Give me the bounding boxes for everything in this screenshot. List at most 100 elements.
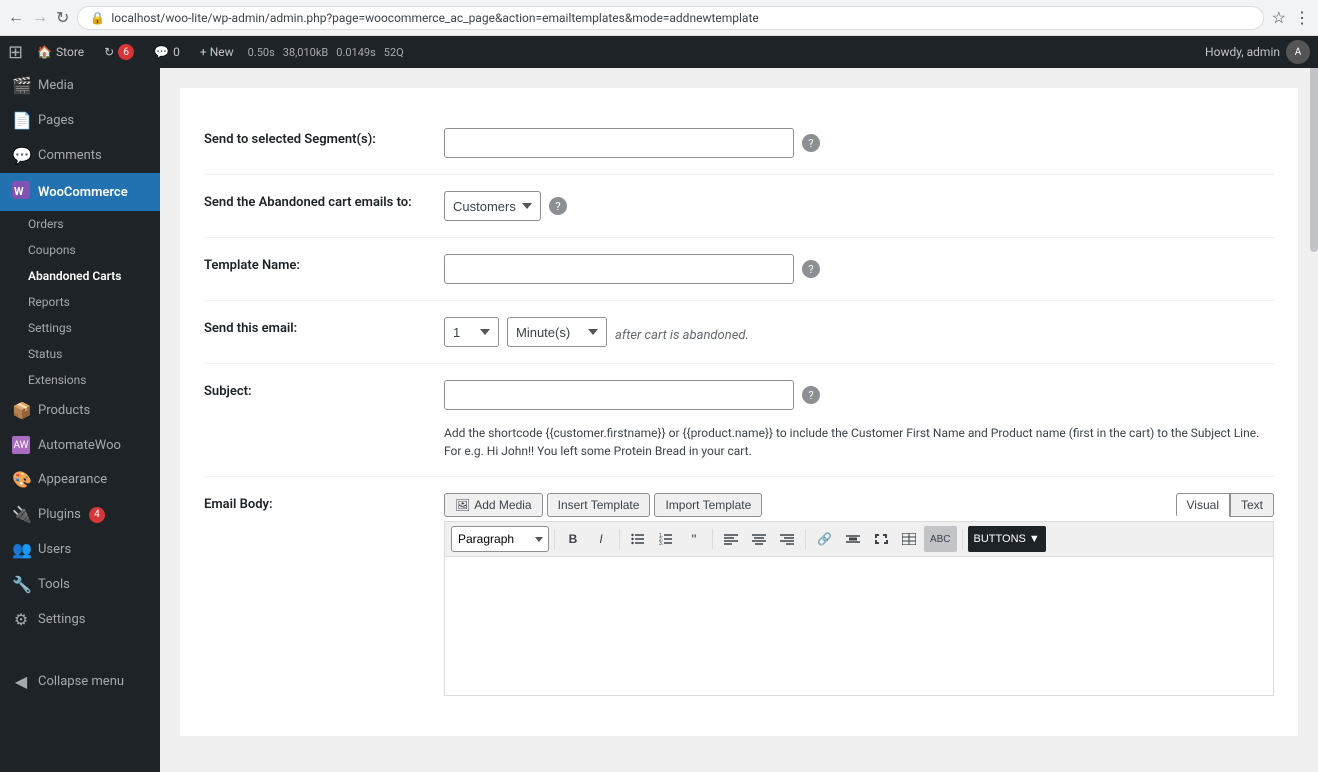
scrollbar[interactable] <box>1310 32 1318 709</box>
add-media-button[interactable]: 🖼 Add Media <box>444 493 543 517</box>
visual-tab[interactable]: Visual <box>1176 493 1230 517</box>
sidebar-item-tools[interactable]: 🔧 Tools <box>0 567 160 602</box>
template-help-icon[interactable]: ? <box>802 260 820 278</box>
segment-help-icon[interactable]: ? <box>802 134 820 152</box>
users-label: Users <box>38 542 71 557</box>
woo-icon: W <box>12 181 30 203</box>
hr-button[interactable] <box>840 526 866 552</box>
settings-label: Settings <box>38 612 85 627</box>
send-email-row: Send this email: 12510153060 Minute(s)Ho… <box>204 301 1274 364</box>
editor-content[interactable] <box>444 556 1274 696</box>
sidebar-sub-status[interactable]: Status <box>0 341 160 367</box>
insert-template-label: Insert Template <box>558 498 640 512</box>
subject-row: Subject: ? Add the shortcode {{customer.… <box>204 364 1274 477</box>
sidebar-collapse[interactable]: ◀ Collapse menu <box>0 664 160 699</box>
sidebar-item-comments[interactable]: 💬 Comments <box>0 138 160 173</box>
buttons-btn[interactable]: BUTTONS ▼ <box>968 526 1046 552</box>
subject-controls: ? Add the shortcode {{customer.firstname… <box>444 380 1274 460</box>
import-template-button[interactable]: Import Template <box>654 493 762 517</box>
svg-text:W: W <box>14 185 24 198</box>
bookmark-icon[interactable]: ☆ <box>1272 8 1286 27</box>
paragraph-select[interactable]: Paragraph Heading 1 Heading 2 Heading 3 … <box>451 526 549 552</box>
time-value-select[interactable]: 12510153060 <box>444 317 499 347</box>
italic-button[interactable]: I <box>588 526 614 552</box>
buttons-dropdown-icon: ▼ <box>1029 533 1040 545</box>
wp-logo[interactable]: ⊞ <box>8 42 23 63</box>
sidebar-item-users[interactable]: 👥 Users <box>0 532 160 567</box>
forward-button[interactable]: → <box>32 9 48 27</box>
align-center-button[interactable] <box>746 526 772 552</box>
media-upload-icon: 🖼 <box>455 498 470 512</box>
align-left-button[interactable] <box>718 526 744 552</box>
updates-link[interactable]: ↻ 6 <box>98 40 140 64</box>
email-body-action-buttons: 🖼 Add Media Insert Template Import Templ… <box>444 493 762 517</box>
sidebar-sub-settings[interactable]: Settings <box>0 315 160 341</box>
sidebar-sub-abandoned-carts[interactable]: Abandoned Carts <box>0 263 160 289</box>
back-button[interactable]: ← <box>8 9 24 27</box>
subject-input[interactable] <box>444 380 794 410</box>
abandoned-help-icon[interactable]: ? <box>549 197 567 215</box>
sidebar-item-media[interactable]: 🎬 Media <box>0 68 160 103</box>
send-abandoned-row: Send the Abandoned cart emails to: Custo… <box>204 175 1274 238</box>
link-button[interactable]: 🔗 <box>811 526 838 552</box>
sidebar-sub-coupons[interactable]: Coupons <box>0 237 160 263</box>
reports-label: Reports <box>28 295 70 309</box>
sidebar-item-plugins[interactable]: 🔌 Plugins 4 <box>0 497 160 532</box>
send-to-segment-input[interactable] <box>444 128 794 158</box>
send-abandoned-controls: Customers All users Guests ? <box>444 191 1274 221</box>
tools-icon: 🔧 <box>12 575 30 594</box>
comments-sidebar-icon: 💬 <box>12 146 30 165</box>
howdy-user[interactable]: Howdy, admin A <box>1205 40 1310 64</box>
comments-sidebar-label: Comments <box>38 148 102 163</box>
separator-1 <box>554 529 555 549</box>
send-to-segment-controls: ? <box>444 128 1274 158</box>
comments-link[interactable]: 💬 0 <box>148 41 186 63</box>
comments-count: 0 <box>173 45 180 59</box>
spellcheck-button[interactable]: ABC <box>924 526 957 552</box>
text-tab[interactable]: Text <box>1230 493 1274 517</box>
address-bar[interactable]: 🔒 localhost/woo-lite/wp-admin/admin.php?… <box>77 6 1263 30</box>
sidebar-item-appearance[interactable]: 🎨 Appearance <box>0 462 160 497</box>
reload-button[interactable]: ↻ <box>56 8 69 28</box>
settings-woo-label: Settings <box>28 321 72 335</box>
lock-icon: 🔒 <box>90 11 105 25</box>
sidebar-item-products[interactable]: 📦 Products <box>0 393 160 428</box>
new-content-link[interactable]: + New <box>194 41 240 63</box>
email-body-header: 🖼 Add Media Insert Template Import Templ… <box>444 493 1274 517</box>
separator-4 <box>805 529 806 549</box>
bold-button[interactable]: B <box>560 526 586 552</box>
unordered-list-button[interactable] <box>625 526 651 552</box>
store-link[interactable]: 🏠 Store <box>31 41 90 63</box>
menu-icon[interactable]: ⋮ <box>1294 8 1310 27</box>
fullscreen-button[interactable] <box>868 526 894 552</box>
coupons-label: Coupons <box>28 243 76 257</box>
subject-help-icon[interactable]: ? <box>802 386 820 404</box>
time-unit-select[interactable]: Minute(s)Hour(s)Day(s) <box>507 317 607 347</box>
sidebar-item-settings[interactable]: ⚙ Settings <box>0 602 160 637</box>
sidebar-sub-extensions[interactable]: Extensions <box>0 367 160 393</box>
sidebar-item-pages[interactable]: 📄 Pages <box>0 103 160 138</box>
send-to-segment-label: Send to selected Segment(s): <box>204 128 424 147</box>
plugins-icon: 🔌 <box>12 505 30 524</box>
user-avatar: A <box>1286 40 1310 64</box>
template-name-input[interactable] <box>444 254 794 284</box>
send-email-controls: 12510153060 Minute(s)Hour(s)Day(s) after… <box>444 317 1274 347</box>
ordered-list-button[interactable]: 1.2.3. <box>653 526 679 552</box>
align-right-button[interactable] <box>774 526 800 552</box>
table-button[interactable] <box>896 526 922 552</box>
updates-count: 6 <box>118 44 134 60</box>
collapse-icon: ◀ <box>12 672 30 691</box>
editor-toolbar: Paragraph Heading 1 Heading 2 Heading 3 … <box>444 521 1274 556</box>
sidebar-item-woocommerce[interactable]: W WooCommerce <box>0 173 160 211</box>
sidebar-item-automatewoo[interactable]: AW AutomateWoo <box>0 428 160 462</box>
perf-2: 38,010kB <box>283 46 329 59</box>
sidebar-sub-reports[interactable]: Reports <box>0 289 160 315</box>
send-abandoned-label: Send the Abandoned cart emails to: <box>204 191 424 210</box>
scrollbar-thumb[interactable] <box>1310 52 1318 252</box>
separator-5 <box>962 529 963 549</box>
customers-select[interactable]: Customers All users Guests <box>444 191 541 221</box>
blockquote-button[interactable]: " <box>681 526 707 552</box>
insert-template-button[interactable]: Insert Template <box>547 493 651 517</box>
email-body-controls-wrap: 🖼 Add Media Insert Template Import Templ… <box>444 493 1274 696</box>
sidebar-sub-orders[interactable]: Orders <box>0 211 160 237</box>
